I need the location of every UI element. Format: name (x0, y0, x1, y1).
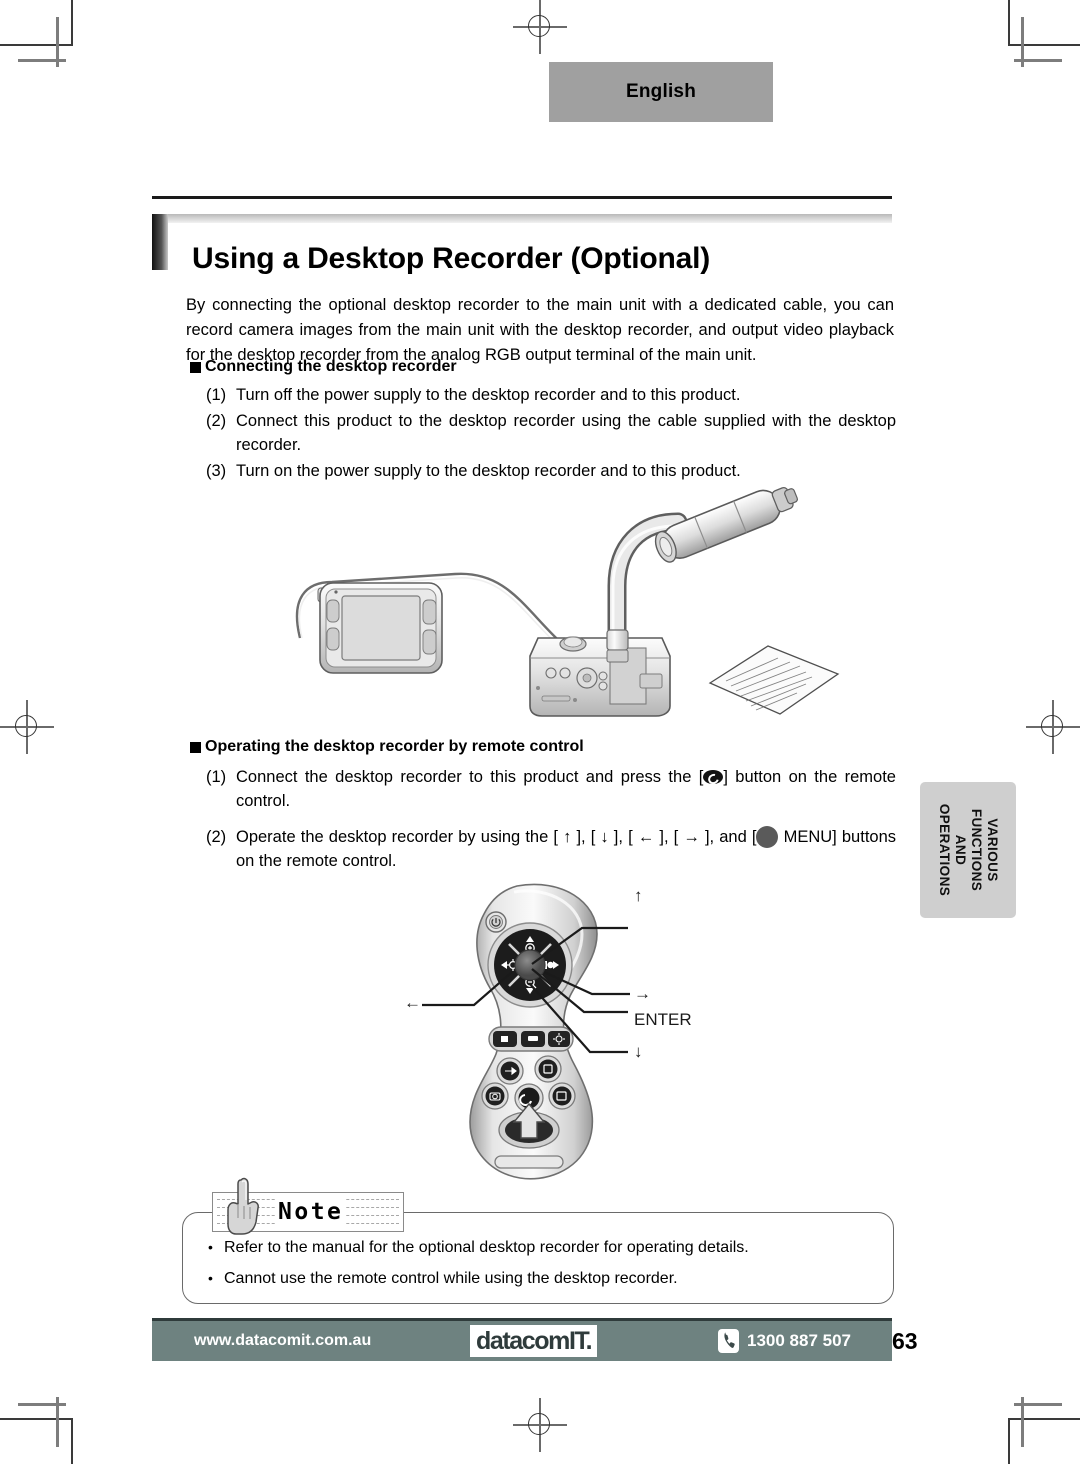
registration-mark-bottom-center (513, 1398, 567, 1452)
steps-list-connecting: (1) Turn off the power supply to the des… (206, 383, 896, 485)
side-tab-text: VARIOUS FUNCTIONS AND OPERATIONS (936, 804, 1000, 896)
logo-text: datacomIT. (476, 1326, 593, 1355)
crop-mark-bottom-left-v (71, 1418, 73, 1464)
callout-enter: ENTER (634, 1010, 692, 1029)
datacomit-logo: datacomIT. (470, 1325, 598, 1357)
title-top-rule (152, 196, 892, 199)
connection-diagram-svg (295, 486, 840, 717)
figure-remote-control (392, 872, 712, 1192)
list-item: • Refer to the manual for the optional d… (208, 1232, 868, 1263)
footer-phone-number[interactable]: 1300 887 507 (747, 1331, 851, 1351)
list-item: (1) Connect the desktop recorder to this… (206, 765, 896, 813)
list-item: (2) Operate the desktop recorder by usin… (206, 825, 896, 873)
square-bullet-icon (190, 361, 201, 373)
step-text: Connect this product to the desktop reco… (236, 412, 896, 454)
title-left-tab (152, 214, 168, 270)
footer-website-url[interactable]: www.datacomit.com.au (194, 1332, 371, 1350)
section-heading-connecting: Connecting the desktop recorder (190, 358, 457, 376)
language-label: English (625, 81, 696, 102)
step-number: (2) (206, 828, 227, 846)
page-title: Using a Desktop Recorder (Optional) (192, 242, 711, 276)
manual-page: English Using a Desktop Recorder (Option… (0, 0, 1080, 1464)
page-number: 63 (892, 1321, 924, 1361)
remote-control-svg (422, 883, 630, 1180)
crop-mark-top-right-v (1008, 0, 1010, 46)
language-banner: English (549, 62, 773, 122)
crop-mark-bottom-right-v (1008, 1418, 1010, 1464)
bullet-icon: • (208, 1270, 213, 1286)
step-text-before: Connect the desktop recorder to this pro… (236, 768, 704, 786)
note-item-text: Cannot use the remote control while usin… (224, 1270, 678, 1287)
list-item: (2) Connect this product to the desktop … (206, 409, 896, 457)
step-text-before: Operate the desktop recorder by using th… (236, 828, 757, 846)
callout-up: ↑ (634, 886, 643, 905)
step-number: (1) (206, 386, 227, 404)
list-item: • Cannot use the remote control while us… (208, 1263, 868, 1294)
list-item: (1) Turn off the power supply to the des… (206, 383, 896, 407)
section-heading-text: Operating the desktop recorder by remote… (205, 738, 584, 755)
section-side-tab: VARIOUS FUNCTIONS AND OPERATIONS (920, 782, 1016, 918)
crop-mark-bottom-right-inner-v (1021, 1397, 1024, 1447)
registration-mark-right-middle (1026, 700, 1080, 754)
callout-left: ← (404, 993, 421, 1012)
title-gradient-bar (152, 214, 892, 223)
step-text: Turn off the power supply to the desktop… (236, 386, 741, 404)
step-number: (2) (206, 412, 227, 430)
step-number: (1) (206, 768, 227, 786)
steps-list-operating: (1) Connect the desktop recorder to this… (206, 765, 896, 875)
callout-right: → (634, 984, 651, 1003)
crop-mark-top-left-h (0, 44, 72, 46)
step-text: Operate the desktop recorder by using th… (236, 825, 896, 873)
side-tab-line-2: FUNCTIONS (969, 808, 984, 892)
side-tab-line-4: OPERATIONS (937, 803, 952, 897)
note-items-list: • Refer to the manual for the optional d… (208, 1232, 868, 1294)
section-heading-text: Connecting the desktop recorder (205, 358, 457, 375)
phone-icon (718, 1329, 739, 1353)
intro-paragraph: By connecting the optional desktop recor… (186, 295, 894, 364)
step-number: (3) (206, 462, 227, 480)
footer-bar: www.datacomit.com.au datacomIT. 1300 887… (152, 1321, 892, 1361)
crop-mark-bottom-left-h (0, 1418, 72, 1420)
record-button-icon (703, 770, 724, 784)
section-heading-operating: Operating the desktop recorder by remote… (190, 738, 584, 756)
registration-mark-top-center (513, 0, 567, 54)
crop-mark-top-right-inner-v (1021, 17, 1024, 67)
registration-mark-left-middle (0, 700, 54, 754)
bullet-icon: • (208, 1239, 213, 1255)
side-tab-line-3: AND (953, 834, 968, 866)
callout-down: ↓ (634, 1042, 643, 1061)
pointing-hand-icon (222, 1174, 268, 1236)
footer-phone-group: 1300 887 507 (718, 1329, 851, 1353)
crop-mark-bottom-left-inner-v (56, 1397, 59, 1447)
crop-mark-top-left-v (71, 0, 73, 46)
crop-mark-top-right-h (1008, 44, 1080, 46)
side-tab-line-1: VARIOUS (985, 818, 1000, 882)
crop-mark-bottom-right-h (1008, 1418, 1080, 1420)
crop-mark-top-left-inner-v (56, 17, 59, 67)
figure-connection-diagram (280, 478, 840, 728)
step-text: Connect the desktop recorder to this pro… (236, 765, 896, 813)
note-label: Note (275, 1199, 347, 1226)
square-bullet-icon (190, 741, 201, 753)
note-item-text: Refer to the manual for the optional des… (224, 1239, 749, 1256)
menu-button-icon (756, 826, 779, 848)
